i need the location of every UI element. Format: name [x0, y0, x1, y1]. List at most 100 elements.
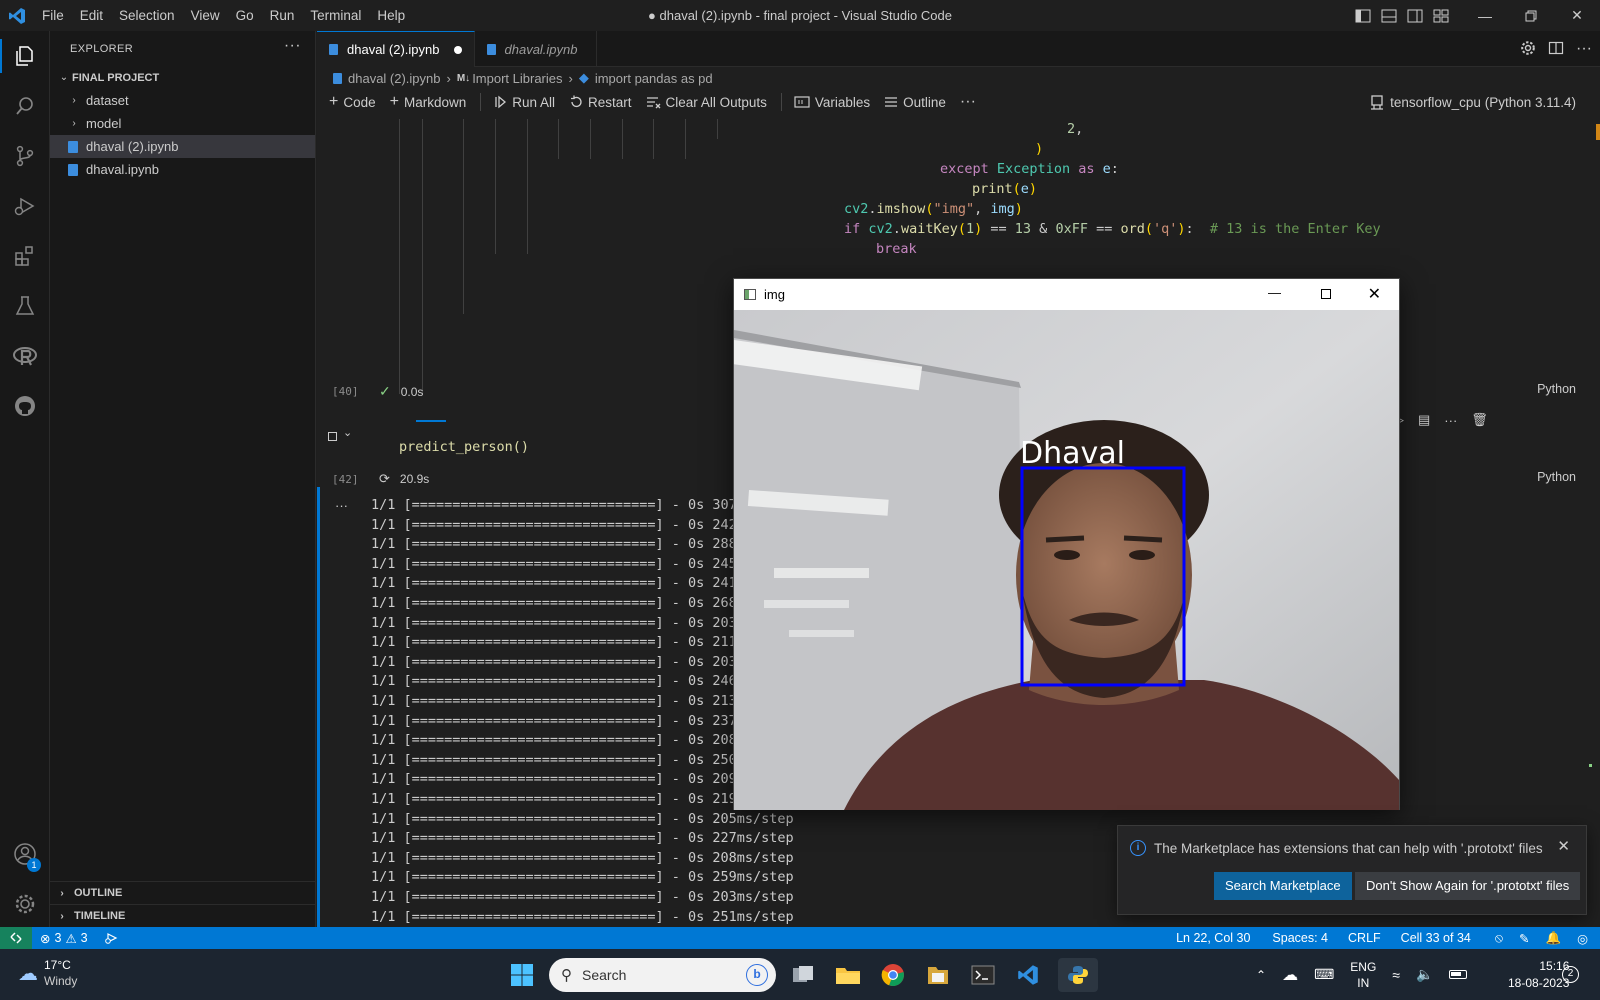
cell-indicator[interactable]: Cell 33 of 34	[1393, 931, 1479, 945]
notification-center-badge[interactable]: 2	[1562, 966, 1579, 983]
cell-more-icon[interactable]: ···	[1444, 413, 1457, 428]
accounts-icon[interactable]: 1	[0, 829, 50, 879]
battery-icon[interactable]	[1449, 970, 1468, 979]
clear-outputs-button[interactable]: Clear All Outputs	[646, 95, 767, 110]
code-line[interactable]: print(e)	[972, 179, 1037, 199]
tray-overflow-chevron-icon[interactable]: ⌃	[1256, 968, 1266, 982]
breadcrumb-section[interactable]: Import Libraries	[472, 71, 562, 86]
menu-view[interactable]: View	[183, 0, 228, 31]
run-debug-icon[interactable]	[0, 181, 50, 231]
run-all-button[interactable]: Run All	[493, 95, 555, 110]
folder-root[interactable]: ⌄ FINAL PROJECT	[50, 66, 315, 89]
remote-indicator-icon[interactable]	[0, 927, 32, 949]
variables-button[interactable]: Variables	[794, 95, 870, 110]
onedrive-cloud-icon[interactable]: ☁	[1282, 965, 1298, 985]
img-window-titlebar[interactable]: img — ✕	[734, 279, 1399, 310]
line-endings[interactable]: CRLF	[1340, 931, 1389, 945]
indentation[interactable]: Spaces: 4	[1264, 931, 1336, 945]
volume-icon[interactable]: 🔈	[1416, 966, 1433, 983]
terminal-icon[interactable]	[963, 958, 1003, 992]
weather-widget[interactable]: ☁ 17°C Windy	[18, 957, 77, 989]
tree-item-model[interactable]: › model	[50, 112, 315, 135]
add-code-cell-button[interactable]: + Code	[329, 93, 376, 111]
menu-terminal[interactable]: Terminal	[302, 0, 369, 31]
toggle-secondary-sidebar-icon[interactable]	[1402, 0, 1428, 31]
add-markdown-cell-button[interactable]: + Markdown	[390, 93, 467, 111]
split-editor-icon[interactable]	[1548, 40, 1564, 59]
dont-show-again-button[interactable]: Don't Show Again for '.prototxt' files	[1355, 872, 1581, 900]
toggle-panel-icon[interactable]	[1376, 0, 1402, 31]
tab-dhaval-2-ipynb[interactable]: dhaval (2).ipynb	[317, 31, 475, 67]
tree-item-dhaval-2-ipynb[interactable]: dhaval (2).ipynb	[50, 135, 315, 158]
close-icon[interactable]: ✕	[1557, 837, 1570, 855]
r-language-icon[interactable]	[0, 331, 50, 381]
eye-closed-icon[interactable]: ⦸	[1487, 931, 1511, 946]
close-icon[interactable]: ✕	[1368, 284, 1381, 304]
extensions-icon[interactable]	[0, 231, 50, 281]
chrome-icon[interactable]	[873, 958, 913, 992]
problems-indicator[interactable]: ⊗ 3 ⚠ 3	[32, 931, 96, 946]
github-icon[interactable]	[0, 381, 50, 431]
code-line[interactable]: if cv2.waitKey(1) == 13 & 0xFF == ord('q…	[844, 219, 1381, 239]
more-actions-icon[interactable]: ···	[1576, 40, 1592, 58]
menu-go[interactable]: Go	[228, 0, 262, 31]
split-cell-icon[interactable]: ▤	[1418, 412, 1430, 428]
code-line[interactable]: 2,	[1067, 119, 1083, 139]
python-taskbar-icon[interactable]	[1058, 958, 1098, 992]
minimize-icon[interactable]: —	[1462, 0, 1508, 31]
manage-gear-icon[interactable]	[0, 879, 50, 929]
restart-button[interactable]: Restart	[569, 95, 632, 110]
toggle-primary-sidebar-icon[interactable]	[1350, 0, 1376, 31]
delete-cell-icon[interactable]: 🗑	[1471, 412, 1488, 428]
menu-run[interactable]: Run	[262, 0, 303, 31]
maximize-icon[interactable]	[1321, 289, 1331, 299]
unsaved-dot-icon[interactable]	[453, 45, 462, 54]
timeline-panel-header[interactable]: › TIMELINE	[50, 904, 316, 927]
debug-status-icon[interactable]	[96, 932, 126, 944]
kernel-picker[interactable]: tensorflow_cpu (Python 3.11.4)	[1370, 89, 1576, 115]
menu-selection[interactable]: Selection	[111, 0, 183, 31]
code-line[interactable]: except Exception as e:	[940, 159, 1119, 179]
minimize-icon[interactable]: —	[1268, 285, 1281, 300]
folder-app-icon[interactable]	[918, 958, 958, 992]
testing-icon[interactable]	[0, 281, 50, 331]
source-control-icon[interactable]	[0, 131, 50, 181]
language-indicator[interactable]: ENG IN	[1350, 959, 1376, 991]
start-windows-icon[interactable]	[502, 958, 542, 992]
tab-dhaval-ipynb[interactable]: dhaval.ipynb	[475, 31, 597, 67]
menu-edit[interactable]: Edit	[72, 0, 111, 31]
search-icon[interactable]	[0, 81, 50, 131]
notifications-bell-icon[interactable]: 🔔	[1538, 931, 1570, 946]
code-line[interactable]: )	[1035, 139, 1043, 159]
settings-gear-icon[interactable]	[1520, 40, 1536, 59]
tree-item-dhaval-ipynb[interactable]: dhaval.ipynb	[50, 158, 315, 181]
file-explorer-icon[interactable]	[828, 958, 868, 992]
search-marketplace-button[interactable]: Search Marketplace	[1214, 872, 1352, 900]
code-line[interactable]: predict_person()	[399, 437, 529, 457]
toolbar-more-icon[interactable]: ···	[960, 93, 976, 111]
cell-language[interactable]: Python	[1537, 470, 1576, 484]
wifi-icon[interactable]: ≈	[1392, 967, 1400, 983]
keyboard-icon[interactable]: ⌨	[1314, 966, 1334, 983]
breadcrumb-file[interactable]: dhaval (2).ipynb	[348, 71, 441, 86]
explorer-more-icon[interactable]: ···	[284, 38, 301, 54]
copilot-icon[interactable]: ◎	[1569, 931, 1596, 946]
tree-item-dataset[interactable]: › dataset	[50, 89, 315, 112]
breadcrumb-symbol[interactable]: import pandas as pd	[595, 71, 713, 86]
cell-language[interactable]: Python	[1537, 382, 1576, 396]
outline-button[interactable]: Outline	[884, 95, 946, 110]
close-icon[interactable]: ✕	[1554, 0, 1600, 31]
restore-icon[interactable]	[1508, 0, 1554, 31]
code-line[interactable]: break	[876, 239, 917, 259]
clock[interactable]: 15:16 18-08-2023	[1508, 949, 1569, 1000]
menu-help[interactable]: Help	[369, 0, 413, 31]
vscode-taskbar-icon[interactable]	[1008, 958, 1048, 992]
output-more-icon[interactable]: ···	[335, 498, 348, 513]
opencv-img-window[interactable]: img — ✕ Dhaval	[733, 278, 1400, 810]
taskbar-search[interactable]: ⚲ Search b	[549, 958, 776, 992]
code-line[interactable]: cv2.imshow("img", img)	[844, 199, 1023, 219]
customize-layout-icon[interactable]	[1428, 0, 1454, 31]
cursor-position[interactable]: Ln 22, Col 30	[1168, 931, 1258, 945]
collapse-chevron-icon[interactable]: ⌄	[343, 426, 352, 439]
explorer-icon[interactable]	[0, 31, 50, 81]
